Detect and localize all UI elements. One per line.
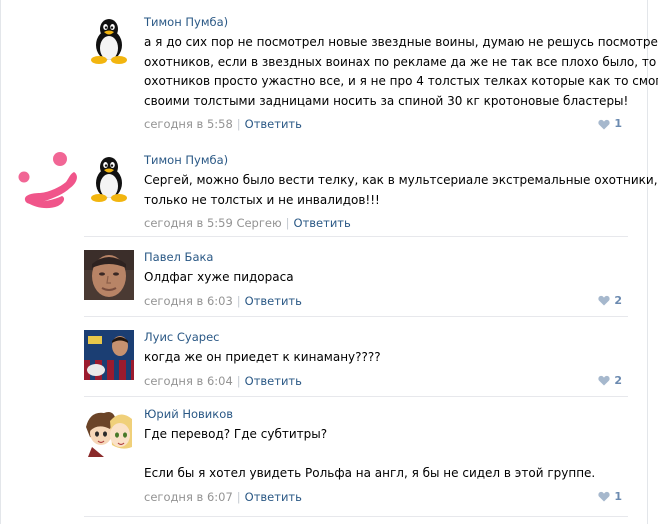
comment-author-link[interactable]: Тимон Пумба) — [144, 153, 628, 168]
comment-text-line: а я до сих пор не посмотрел новые звездн… — [144, 35, 658, 49]
comment-meta: сегодня в 6:03 | Ответить 2 — [144, 293, 628, 309]
reply-button[interactable]: Ответить — [245, 117, 302, 131]
pink-scribble-mark — [14, 150, 86, 216]
like-button[interactable]: 2 — [598, 293, 622, 309]
comment-text-line: Где перевод? Где субтитры? — [144, 427, 328, 441]
comment-text: когда же он приедет к кинаману???? — [144, 348, 628, 368]
comment-date-link[interactable]: сегодня в 5:59 — [144, 216, 233, 230]
heart-icon — [598, 295, 610, 306]
comment-text: Сергей, можно было вести телку, как в му… — [144, 171, 658, 210]
comment-divider — [84, 396, 628, 397]
comment-text-line: своими толстыми задницами носить за спин… — [144, 93, 629, 108]
meta-separator: | — [236, 489, 241, 504]
comment-date-link[interactable]: сегодня в 6:04 — [144, 374, 233, 388]
like-count: 2 — [614, 373, 622, 387]
like-count: 1 — [614, 117, 622, 130]
like-count: 2 — [614, 293, 622, 307]
comment-divider — [84, 316, 628, 317]
reply-button[interactable]: Ответить — [245, 374, 302, 388]
comment-text-line: только не толстых и не инвалидов!!! — [144, 192, 380, 207]
meta-separator: | — [236, 117, 241, 131]
comment-meta: сегодня в 6:07 | Ответить 1 — [144, 489, 628, 505]
meta-separator: | — [236, 373, 241, 388]
comment-text-line: охотников, если в звездных воинах по рек… — [144, 54, 658, 69]
like-button[interactable]: 2 — [598, 373, 622, 389]
comment-author-link[interactable]: Юрий Новиков — [144, 407, 628, 422]
comment-text-line: Сергей, можно было вести телку, как в му… — [144, 173, 658, 187]
comment-divider — [84, 236, 628, 237]
reply-button[interactable]: Ответить — [245, 294, 302, 308]
meta-separator: | — [236, 293, 241, 308]
heart-icon — [598, 119, 610, 130]
comment-text-line: Если бы я хотел увидеть Рольфа на англ, … — [144, 466, 596, 480]
comment-text-line: охотников просто ужастно все, и я не про… — [144, 74, 658, 88]
comment-meta: сегодня в 6:04 | Ответить 2 — [144, 373, 628, 389]
comment-date-link[interactable]: сегодня в 5:58 — [144, 117, 233, 131]
comment-text: Олдфаг хуже пидораса — [144, 268, 628, 288]
comment-text: Где перевод? Где субтитры? Если бы я хот… — [144, 425, 628, 484]
avatar-photo-icon[interactable] — [84, 250, 134, 300]
heart-icon — [598, 491, 610, 502]
comment-author-link[interactable]: Тимон Пумба) — [144, 15, 628, 30]
comment-author-link[interactable]: Павел Бака — [144, 250, 628, 265]
feed-left-border — [0, 0, 1, 524]
meta-separator: | — [285, 216, 290, 230]
comment-date-link[interactable]: сегодня в 6:07 — [144, 490, 233, 504]
comment-text: а я до сих пор не посмотрел новые звездн… — [144, 33, 658, 111]
comment-text-line: Олдфаг хуже пидораса — [144, 270, 294, 284]
avatar-tux-icon[interactable] — [84, 15, 134, 65]
avatar-anime-icon[interactable] — [84, 407, 134, 457]
comment-author-link[interactable]: Луис Суарес — [144, 330, 628, 345]
like-button[interactable]: 1 — [598, 489, 622, 505]
comment-divider — [84, 516, 628, 517]
comment-meta: сегодня в 5:58 | Ответить 1 — [144, 116, 628, 132]
like-count: 1 — [614, 489, 622, 503]
comment-text-line — [144, 445, 628, 465]
reply-addressee-link[interactable]: Сергею — [236, 216, 281, 230]
reply-button[interactable]: Ответить — [245, 490, 302, 504]
comment-meta: сегодня в 5:59 Сергею | Ответить — [144, 215, 628, 231]
comment-date-link[interactable]: сегодня в 6:03 — [144, 294, 233, 308]
comment-text-line: когда же он приедет к кинаману???? — [144, 350, 381, 364]
avatar-photo-icon[interactable] — [84, 330, 134, 380]
avatar-tux-icon[interactable] — [84, 153, 134, 203]
heart-icon — [598, 375, 610, 386]
like-button[interactable]: 1 — [598, 116, 622, 132]
reply-button[interactable]: Ответить — [294, 216, 351, 230]
